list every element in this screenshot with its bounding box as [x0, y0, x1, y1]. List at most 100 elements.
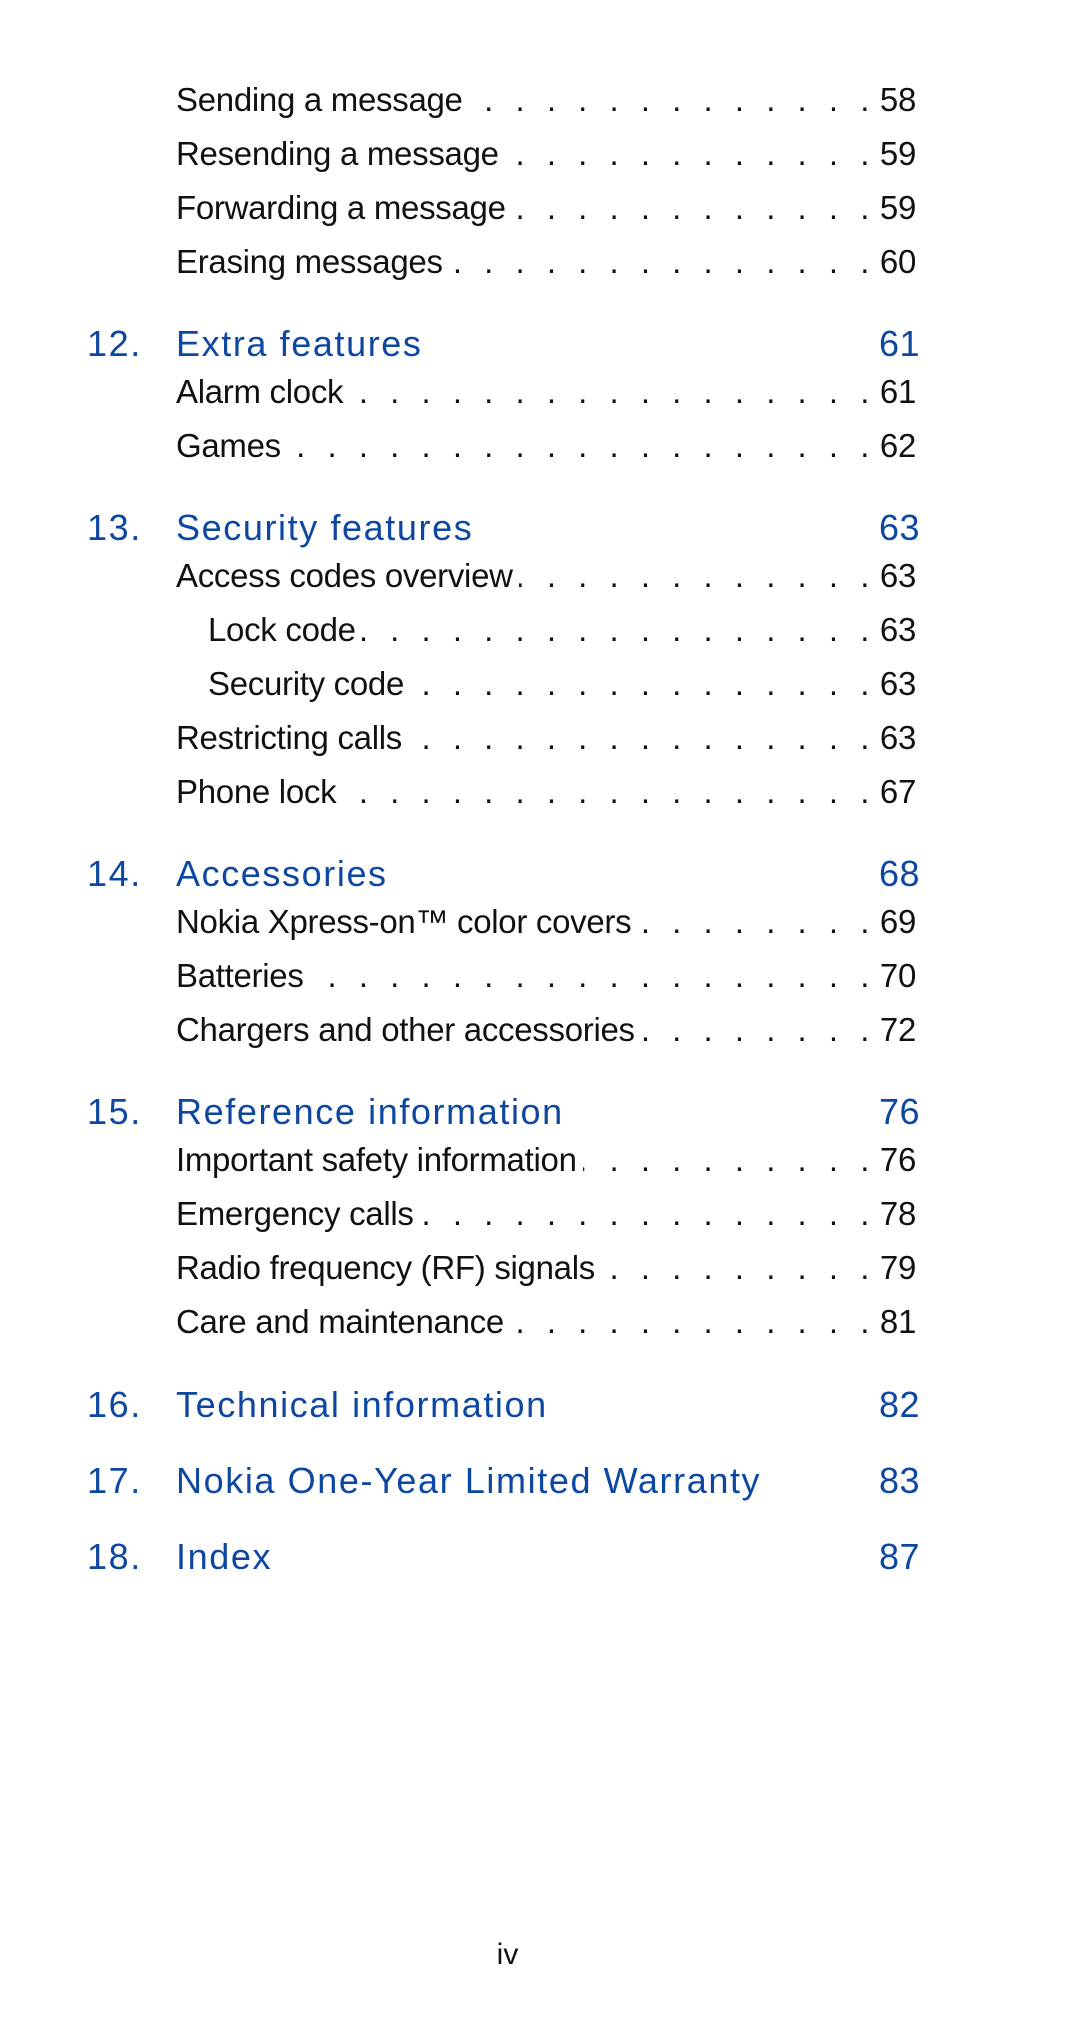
entry-page: 59: [879, 189, 916, 226]
toc-entry[interactable]: Alarm clock . . . . . . . . . . . . . . …: [176, 372, 916, 412]
dot-leader: . . . . . . . . . . . . . . . . . . . . …: [601, 1249, 876, 1286]
entry-label: Forwarding a message: [176, 189, 506, 226]
entry-page: 59: [879, 135, 916, 172]
chapter-number: 16.: [87, 1384, 142, 1425]
entry-label: Batteries: [176, 957, 304, 994]
dot-leader: . . . . . . . . . . . . . . . . . . . . …: [408, 719, 876, 756]
toc-entry[interactable]: Restricting calls . . . . . . . . . . . …: [176, 718, 916, 758]
toc-entry[interactable]: Forwarding a message . . . . . . . . . .…: [176, 188, 916, 228]
toc-entry[interactable]: Sending a message . . . . . . . . . . . …: [176, 80, 916, 120]
dot-leader: . . . . . . . . . . . . . . . . . . . . …: [637, 903, 876, 940]
entry-page: 70: [879, 957, 916, 994]
dot-leader: . . . . . . . . . . . . . . . . . . . . …: [349, 373, 876, 410]
dot-leader: . . . . . . . . . . . . . . . . . . . . …: [310, 957, 876, 994]
entry-label: Important safety information: [176, 1141, 577, 1178]
dot-leader: . . . . . . . . . . . . . . . . . . . . …: [420, 1195, 876, 1232]
toc-subentry[interactable]: Security code . . . . . . . . . . . . . …: [208, 664, 916, 704]
entry-label: Radio frequency (RF) signals: [176, 1249, 595, 1286]
dot-leader: . . . . . . . . . . . . . . . . . . . . …: [449, 243, 876, 280]
entry-page: 67: [879, 773, 916, 810]
chapter-title: Security features: [176, 507, 474, 548]
chapter-page: 87: [878, 1536, 920, 1577]
chapter-page: 82: [878, 1384, 920, 1425]
entry-label: Emergency calls: [176, 1195, 414, 1232]
toc-entry[interactable]: Erasing messages . . . . . . . . . . . .…: [176, 242, 916, 282]
entry-page: 63: [879, 611, 916, 648]
chapter-title: Nokia One-Year Limited Warranty: [176, 1460, 762, 1501]
dot-leader: . . . . . . . . . . . . . . . . . . . . …: [362, 611, 876, 648]
chapter-title: Accessories: [176, 853, 388, 894]
toc-subentry[interactable]: Lock code . . . . . . . . . . . . . . . …: [208, 610, 916, 650]
page-number: iv: [496, 1938, 519, 1971]
toc-entry[interactable]: Important safety information . . . . . .…: [176, 1140, 916, 1180]
toc-entry[interactable]: Games . . . . . . . . . . . . . . . . . …: [176, 426, 916, 466]
dot-leader: . . . . . . . . . . . . . . . . . . . . …: [469, 81, 876, 118]
chapter-number: 13.: [87, 507, 142, 548]
entry-page: 79: [879, 1249, 916, 1286]
dot-leader: . . . . . . . . . . . . . . . . . . . . …: [519, 557, 876, 594]
entry-page: 62: [879, 427, 916, 464]
entry-page: 61: [879, 373, 916, 410]
entry-label: Nokia Xpress-on™ color covers: [176, 903, 632, 940]
chapter-page: 68: [878, 853, 920, 894]
toc-entry[interactable]: Chargers and other accessories . . . . .…: [176, 1010, 916, 1050]
dot-leader: . . . . . . . . . . . . . . . . . . . . …: [583, 1141, 876, 1178]
entry-label: Resending a message: [176, 135, 499, 172]
entry-label: Lock code: [208, 611, 356, 648]
entry-page: 63: [879, 557, 916, 594]
dot-leader: . . . . . . . . . . . . . . . . . . . . …: [342, 773, 876, 810]
chapter-page: 61: [878, 323, 920, 364]
entry-page: 58: [879, 81, 916, 118]
toc-entry[interactable]: Resending a message . . . . . . . . . . …: [176, 134, 916, 174]
dot-leader: . . . . . . . . . . . . . . . . . . . . …: [505, 135, 876, 172]
toc-entry[interactable]: Radio frequency (RF) signals . . . . . .…: [176, 1248, 916, 1288]
entry-label: Care and maintenance: [176, 1303, 504, 1340]
chapter-heading[interactable]: 14. Accessories 68: [87, 852, 920, 896]
entry-page: 63: [879, 665, 916, 702]
chapter-title: Extra features: [176, 323, 423, 364]
entry-label: Sending a message: [176, 81, 463, 118]
dot-leader: . . . . . . . . . . . . . . . . . . . . …: [410, 665, 876, 702]
dot-leader: . . . . . . . . . . . . . . . . . . . . …: [287, 427, 876, 464]
chapter-title: Technical information: [176, 1384, 548, 1425]
entry-label: Access codes overview: [176, 557, 513, 594]
chapter-number: 14.: [87, 853, 142, 894]
chapter-number: 18.: [87, 1536, 142, 1577]
toc-entry[interactable]: Nokia Xpress-on™ color covers . . . . . …: [176, 902, 916, 942]
toc-entry[interactable]: Care and maintenance . . . . . . . . . .…: [176, 1302, 916, 1342]
entry-page: 81: [879, 1303, 916, 1340]
entry-page: 78: [879, 1195, 916, 1232]
chapter-number: 12.: [87, 323, 142, 364]
chapter-heading[interactable]: 15. Reference information 76: [87, 1090, 920, 1134]
chapter-title: Reference information: [176, 1091, 564, 1132]
entry-label: Erasing messages: [176, 243, 443, 280]
dot-leader: . . . . . . . . . . . . . . . . . . . . …: [512, 189, 876, 226]
entry-label: Phone lock: [176, 773, 337, 810]
entry-page: 72: [879, 1011, 916, 1048]
toc-entry[interactable]: Emergency calls . . . . . . . . . . . . …: [176, 1194, 916, 1234]
toc-entry[interactable]: Batteries . . . . . . . . . . . . . . . …: [176, 956, 916, 996]
toc-entry[interactable]: Phone lock . . . . . . . . . . . . . . .…: [176, 772, 916, 812]
chapter-heading[interactable]: 16. Technical information 82: [87, 1383, 920, 1427]
chapter-page: 76: [878, 1091, 920, 1132]
entry-label: Chargers and other accessories: [176, 1011, 635, 1048]
toc-entry[interactable]: Access codes overview . . . . . . . . . …: [176, 556, 916, 596]
chapter-page: 83: [878, 1460, 920, 1501]
chapter-heading[interactable]: 13. Security features 63: [87, 506, 920, 550]
entry-page: 63: [879, 719, 916, 756]
chapter-heading[interactable]: 17. Nokia One-Year Limited Warranty 83: [87, 1459, 920, 1503]
entry-label: Alarm clock: [176, 373, 344, 410]
entry-label: Games: [176, 427, 281, 464]
chapter-page: 63: [878, 507, 920, 548]
chapter-heading[interactable]: 18. Index 87: [87, 1535, 920, 1579]
entry-page: 60: [879, 243, 916, 280]
entry-label: Security code: [208, 665, 405, 702]
chapter-number: 15.: [87, 1091, 142, 1132]
entry-page: 69: [879, 903, 916, 940]
chapter-heading[interactable]: 12. Extra features 61: [87, 322, 920, 366]
dot-leader: . . . . . . . . . . . . . . . . . . . . …: [510, 1303, 876, 1340]
dot-leader: . . . . . . . . . . . . . . . . . . . . …: [640, 1011, 876, 1048]
chapter-number: 17.: [87, 1460, 142, 1501]
entry-label: Restricting calls: [176, 719, 402, 756]
chapter-title: Index: [176, 1536, 273, 1577]
